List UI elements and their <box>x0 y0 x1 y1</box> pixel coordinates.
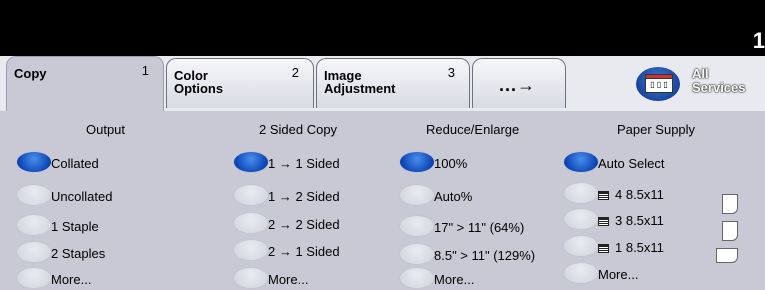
two-sided-option-1-2[interactable]: 1 → 2 Sided <box>234 185 394 207</box>
selected-radio-icon <box>17 152 51 172</box>
feature-panel: Output Collated Uncollated 1 Staple 2 St… <box>0 111 765 290</box>
reduce-option-label: More... <box>434 272 475 287</box>
radio-icon <box>400 216 434 236</box>
reduce-option-label: 17" > 11" (64%) <box>434 220 525 235</box>
selected-radio-icon <box>564 152 598 172</box>
radio-icon <box>400 185 434 205</box>
paper-tray-icon <box>598 191 609 200</box>
two-sided-option-label: 2 → 2 Sided <box>268 217 340 232</box>
radio-icon <box>17 185 51 205</box>
reduce-option-label: 100% <box>434 156 468 171</box>
paper-tray-4-text: 4 8.5x11 <box>598 187 664 202</box>
all-services-icon: ▯ ▯ ▯ <box>636 67 680 101</box>
two-sided-option-more[interactable]: More... <box>234 268 394 290</box>
radio-icon <box>17 268 51 288</box>
radio-icon <box>564 209 598 229</box>
radio-icon <box>400 268 434 288</box>
tab-more-arrow[interactable]: ...→ <box>472 58 566 108</box>
output-option-label: 2 Staples <box>51 246 106 261</box>
paper-tray-1-text: 1 8.5x11 <box>598 240 664 255</box>
reduce-option-100[interactable]: 100% <box>400 152 560 174</box>
paper-option-label: 1 8.5x11 <box>615 240 664 255</box>
tab-copy-number: 1 <box>141 63 149 78</box>
output-option-1-staple[interactable]: 1 Staple <box>17 215 187 237</box>
two-sided-option-label: 1 → 1 Sided <box>268 156 340 171</box>
reduce-option-more[interactable]: More... <box>400 268 560 290</box>
paper-option-label: More... <box>598 267 639 282</box>
paper-option-tray-3[interactable]: 3 8.5x11 <box>564 209 744 231</box>
paper-tray-3-text: 3 8.5x11 <box>598 213 664 228</box>
reduce-option-label: 8.5" > 11" (129%) <box>434 248 536 263</box>
paper-option-label: Auto Select <box>598 156 665 171</box>
two-sided-option-1-1[interactable]: 1 → 1 Sided <box>234 152 394 174</box>
reduce-option-129[interactable]: 8.5" > 11" (129%) <box>400 244 560 266</box>
radio-icon <box>234 268 268 288</box>
paper-tray-icon <box>598 244 609 253</box>
reduce-enlarge-title: Reduce/Enlarge <box>426 122 520 137</box>
radio-icon <box>234 240 268 260</box>
paper-option-label: 4 8.5x11 <box>615 187 664 202</box>
paper-tray-icon <box>598 217 609 226</box>
radio-icon <box>564 236 598 256</box>
radio-icon <box>17 215 51 235</box>
tab-color-options-label: Color Options <box>174 68 224 96</box>
portrait-orientation-icon <box>722 221 738 241</box>
output-option-label: Uncollated <box>51 189 113 204</box>
tab-color-options-number: 2 <box>291 65 299 80</box>
landscape-orientation-icon <box>716 248 738 263</box>
radio-icon <box>564 263 598 283</box>
tab-color-options[interactable]: Color Options 2 <box>166 58 314 108</box>
radio-icon <box>17 242 51 262</box>
paper-option-label: 3 8.5x11 <box>615 213 664 228</box>
tab-strip: Copy 1 Color Options 2 Image Adjustment … <box>0 56 765 111</box>
copy-screen: 1 Copy 1 Color Options 2 Image Adjustmen… <box>0 0 765 290</box>
tab-copy-label: Copy <box>14 66 47 81</box>
output-option-label: More... <box>51 272 92 287</box>
top-bar: 1 <box>0 0 765 56</box>
two-sided-option-label: More... <box>268 272 309 287</box>
tab-copy[interactable]: Copy 1 <box>6 56 164 111</box>
page-indicator: 1 <box>752 28 765 53</box>
paper-option-more[interactable]: More... <box>564 263 744 285</box>
paper-option-auto-select[interactable]: Auto Select <box>564 152 744 174</box>
tab-image-adjustment[interactable]: Image Adjustment 3 <box>316 58 470 108</box>
radio-icon <box>564 183 598 203</box>
paper-supply-title: Paper Supply <box>617 122 696 137</box>
radio-icon <box>234 185 268 205</box>
two-sided-title: 2 Sided Copy <box>259 122 338 137</box>
output-option-uncollated[interactable]: Uncollated <box>17 185 187 207</box>
tab-image-adjustment-number: 3 <box>447 65 455 80</box>
all-services-button[interactable]: ▯ ▯ ▯ All Services <box>630 59 765 109</box>
output-option-collated[interactable]: Collated <box>17 152 187 174</box>
output-option-label: 1 Staple <box>51 219 99 234</box>
two-sided-option-2-2[interactable]: 2 → 2 Sided <box>234 213 394 235</box>
selected-radio-icon <box>400 152 434 172</box>
reduce-option-label: Auto% <box>434 189 473 204</box>
two-sided-option-2-1[interactable]: 2 → 1 Sided <box>234 240 394 262</box>
two-sided-option-label: 2 → 1 Sided <box>268 244 340 259</box>
output-option-more[interactable]: More... <box>17 268 187 290</box>
portrait-orientation-icon <box>722 194 738 214</box>
output-option-label: Collated <box>51 156 99 171</box>
more-arrow-icon: ...→ <box>499 75 537 95</box>
reduce-option-64[interactable]: 17" > 11" (64%) <box>400 216 560 238</box>
radio-icon <box>234 213 268 233</box>
all-services-label: All Services <box>692 66 746 95</box>
paper-option-tray-4[interactable]: 4 8.5x11 <box>564 183 744 205</box>
output-option-2-staples[interactable]: 2 Staples <box>17 242 187 264</box>
selected-radio-icon <box>234 152 268 172</box>
two-sided-option-label: 1 → 2 Sided <box>268 189 340 204</box>
output-title: Output <box>86 122 126 137</box>
tab-image-adjustment-label: Image Adjustment <box>324 68 396 96</box>
radio-icon <box>400 244 434 264</box>
reduce-option-auto[interactable]: Auto% <box>400 185 560 207</box>
